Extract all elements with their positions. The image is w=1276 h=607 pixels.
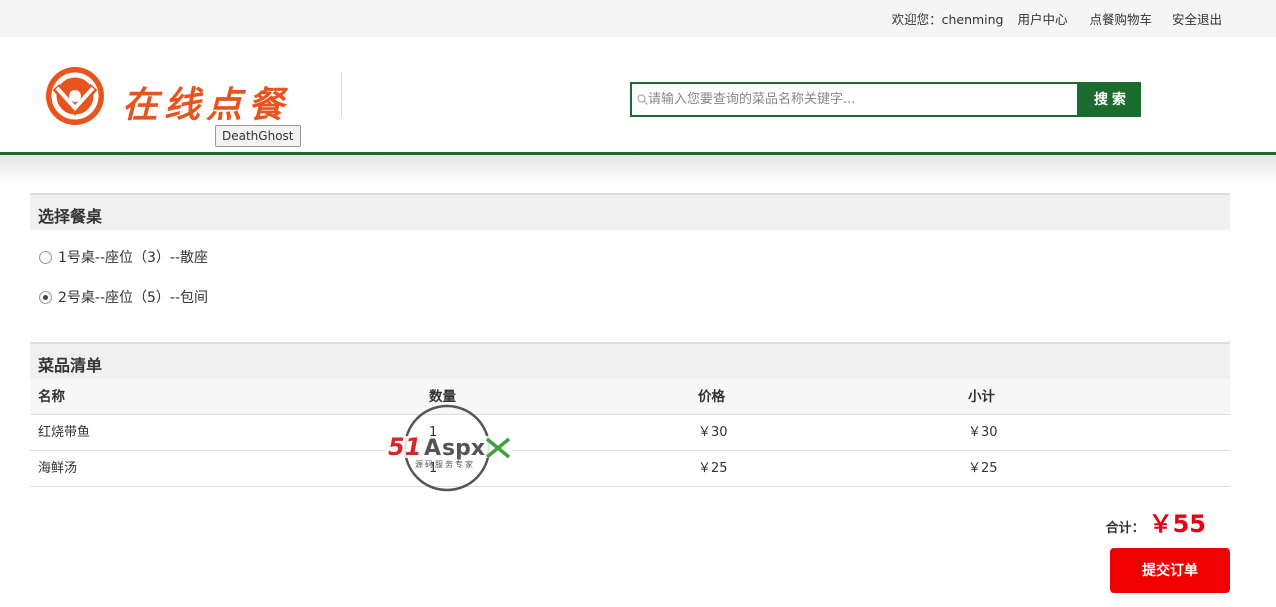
section-header-tables: 选择餐桌 [30,193,1230,230]
section-title: 菜品清单 [38,356,103,375]
user-center-link[interactable]: 用户中心 [1017,12,1067,27]
search-icon [637,94,648,105]
dish-name: 海鲜汤 [38,461,78,476]
column-header-name: 名称 [38,389,65,405]
table-header: 名称 数量 价格 小计 [30,379,1230,415]
header-shadow [0,155,1276,185]
radio-button-checked[interactable] [39,291,52,304]
column-header-qty: 数量 [429,389,456,405]
logo-icon[interactable] [44,65,106,127]
search-input[interactable] [648,84,1076,115]
search-bar: 搜 索 [630,82,1141,117]
dish-table: 名称 数量 价格 小计 红烧带鱼 1 ￥30 ￥30 海鲜汤 1 ￥25 ￥25 [30,379,1230,487]
welcome-text: 欢迎您：chenming [891,12,1004,27]
section-header-dishes: 菜品清单 [30,342,1230,379]
logo-text[interactable]: 在线点餐 [122,76,290,128]
dish-price: ￥30 [698,425,728,440]
logout-link[interactable]: 安全退出 [1172,12,1222,27]
top-bar: 欢迎您：chenming 用户中心 点餐购物车 安全退出 [0,0,1276,37]
dish-subtotal: ￥30 [968,425,998,440]
cart-link[interactable]: 点餐购物车 [1089,12,1152,27]
dish-subtotal: ￥25 [968,461,998,476]
dish-qty: 1 [429,425,438,440]
submit-order-button[interactable]: 提交订单 [1110,548,1230,593]
site-header: 在线点餐 DeathGhost 搜 索 [0,37,1276,152]
dish-name: 红烧带鱼 [38,425,91,440]
logo-tooltip: DeathGhost [215,125,301,147]
column-header-price: 价格 [698,389,725,405]
search-button[interactable]: 搜 索 [1079,82,1141,117]
total-label: 合计： [1105,521,1145,536]
radio-button[interactable] [39,251,52,264]
total-value: ￥55 [1148,510,1206,538]
header-divider [341,72,342,118]
column-header-subtotal: 小计 [968,389,995,405]
order-total: 合计： ￥55 [1106,504,1206,539]
top-links: 欢迎您：chenming 用户中心 点餐购物车 安全退出 [882,9,1222,28]
dish-price: ￥25 [698,461,728,476]
dish-qty: 1 [429,461,438,476]
section-title: 选择餐桌 [38,207,103,226]
table-row: 海鲜汤 1 ￥25 ￥25 [30,451,1230,487]
table-option-label[interactable]: 2号桌--座位（5）--包间 [58,288,208,308]
table-row: 红烧带鱼 1 ￥30 ￥30 [30,415,1230,451]
table-option-label[interactable]: 1号桌--座位（3）--散座 [58,248,208,268]
search-box [630,82,1079,117]
